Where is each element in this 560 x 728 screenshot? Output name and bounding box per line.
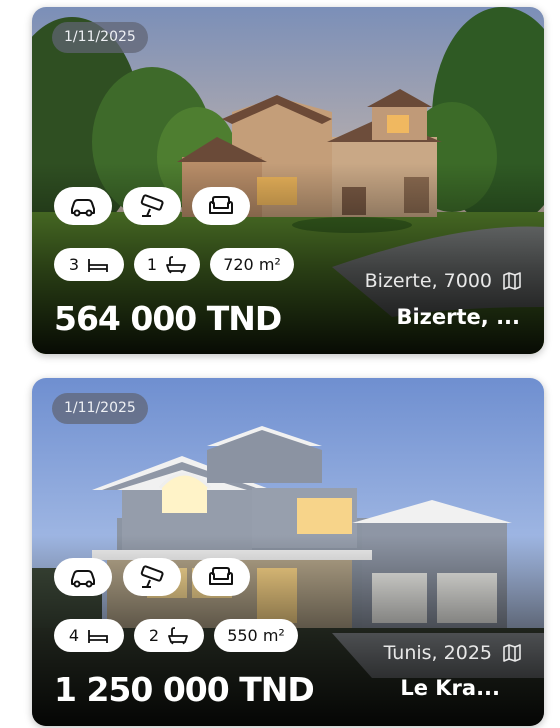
bathrooms-badge: 2 [134, 619, 204, 652]
area-badge: 720 m² [210, 248, 294, 281]
date-badge: 1/11/2025 [52, 22, 148, 53]
bedrooms-badge: 3 [54, 248, 124, 281]
security-badge [123, 558, 181, 596]
area-badge: 550 m² [214, 619, 298, 652]
location-text: Tunis, 2025 [383, 642, 492, 664]
location-text: Bizerte, 7000 [364, 270, 492, 292]
bedrooms-badge: 4 [54, 619, 124, 652]
parking-badge [54, 187, 112, 225]
area-value: 720 m² [223, 255, 281, 274]
bed-icon [88, 258, 108, 272]
bathtub-icon [168, 626, 188, 644]
security-camera-icon [140, 194, 164, 217]
bathrooms-count: 1 [146, 255, 158, 274]
furnished-badge [192, 187, 250, 225]
location: Bizerte, 7000 [365, 270, 522, 292]
map-icon [503, 272, 521, 290]
listing-price: 564 000 TND [54, 299, 282, 338]
parking-badge [54, 558, 112, 596]
sofa-icon [209, 196, 233, 214]
bathrooms-count: 2 [148, 626, 160, 645]
security-camera-icon [140, 565, 164, 588]
listing-title[interactable]: Bizerte, ... [396, 305, 520, 329]
location: Tunis, 2025 [384, 642, 522, 664]
sofa-icon [209, 567, 233, 585]
listing-card[interactable]: 1/11/2025 3 1 720 m² Bizerte, 7000 564 0… [32, 7, 544, 354]
car-icon [71, 570, 95, 588]
bed-icon [88, 629, 108, 643]
car-icon [71, 199, 95, 217]
bathtub-icon [166, 255, 186, 273]
date-badge: 1/11/2025 [52, 393, 148, 424]
bedrooms-count: 3 [68, 255, 80, 274]
map-icon [503, 644, 521, 662]
bedrooms-count: 4 [68, 626, 80, 645]
area-value: 550 m² [227, 626, 285, 645]
listing-price: 1 250 000 TND [54, 670, 315, 709]
bathrooms-badge: 1 [134, 248, 200, 281]
furnished-badge [192, 558, 250, 596]
listing-title[interactable]: Le Kra... [400, 676, 500, 700]
listing-card[interactable]: 1/11/2025 4 2 550 m² Tunis, 2025 1 250 0… [32, 378, 544, 726]
security-badge [123, 187, 181, 225]
